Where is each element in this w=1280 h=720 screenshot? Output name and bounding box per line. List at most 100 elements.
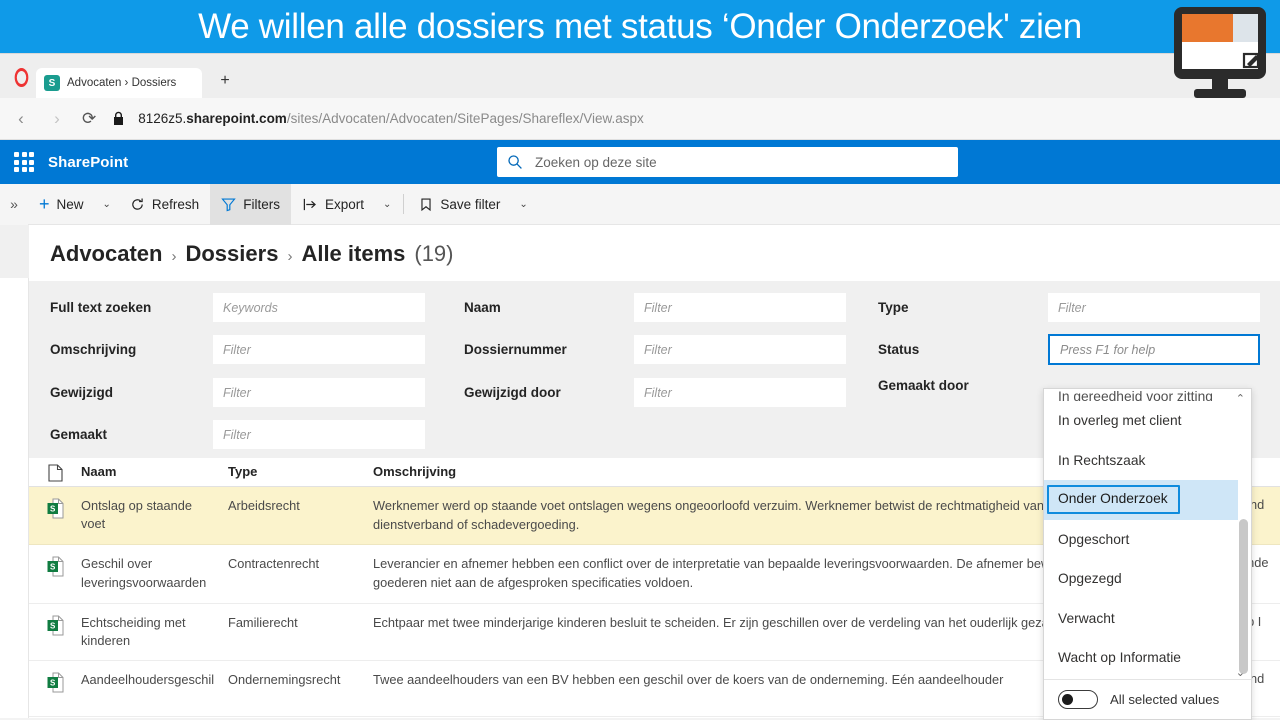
row-type: Ondernemingsrecht — [228, 672, 341, 687]
filter-label-full-text-zoeken: Full text zoeken — [50, 300, 152, 315]
row-naam[interactable]: Echtscheiding met kinderen — [81, 614, 228, 650]
new-button-label: New — [56, 196, 84, 212]
row-doc-icon: S — [29, 497, 81, 519]
dropdown-item-verwacht[interactable]: Verwacht — [1044, 599, 1238, 639]
row-naam[interactable]: Aandeelhoudersgeschil — [81, 671, 228, 689]
breadcrumb-view[interactable]: Alle items — [301, 241, 405, 267]
export-button-label: Export — [324, 196, 364, 212]
row-type: Contractenrecht — [228, 556, 320, 572]
app-launcher-icon[interactable] — [14, 152, 34, 172]
filters-button[interactable]: Filters — [210, 183, 291, 225]
funnel-icon — [221, 197, 236, 211]
url-text[interactable]: 8126z5.sharepoint.com/sites/Advocaten/Ad… — [138, 111, 644, 126]
filter-label-type: Type — [878, 300, 909, 315]
dropdown-footer: All selected values — [1044, 679, 1251, 719]
url-subdomain: 8126z5. — [138, 111, 187, 126]
column-header-icon — [29, 463, 81, 482]
filter-input-dossiernummer[interactable]: Filter — [634, 335, 846, 364]
breadcrumb-list[interactable]: Dossiers — [185, 241, 278, 267]
export-dropdown-caret[interactable]: ⌄ — [375, 184, 399, 225]
svg-text:S: S — [50, 678, 56, 687]
sharepoint-favicon-icon: S — [44, 75, 60, 91]
reload-button[interactable]: ⟳ — [82, 109, 96, 129]
left-gutter — [0, 225, 29, 718]
toggle-knob — [1062, 694, 1073, 705]
sharepoint-document-icon: S — [47, 615, 63, 636]
filter-label-dossiernummer: Dossiernummer — [464, 342, 567, 357]
command-separator — [403, 194, 405, 214]
new-button[interactable]: + New — [28, 184, 95, 225]
filter-field-status: Status Press F1 for help — [878, 334, 1260, 365]
filter-field-gemaakt-door: Gemaakt door — [878, 378, 1048, 393]
filter-field-omschrijving: Omschrijving Filter — [50, 335, 425, 364]
filter-field-gemaakt: Gemaakt Filter — [50, 420, 425, 449]
filter-label-omschrijving: Omschrijving — [50, 342, 137, 357]
export-button[interactable]: Export — [291, 184, 375, 225]
row-doc-icon: S — [29, 614, 81, 636]
filter-label-gewijzigd-door: Gewijzigd door — [464, 385, 561, 400]
new-dropdown-caret[interactable]: ⌄ — [95, 184, 119, 225]
filter-input-gemaakt[interactable]: Filter — [213, 420, 425, 449]
filter-input-type[interactable]: Filter — [1048, 293, 1260, 322]
sharepoint-document-icon: S — [47, 672, 63, 693]
filters-button-label: Filters — [243, 196, 280, 212]
dropdown-item-in-rechtszaak[interactable]: In Rechtszaak — [1044, 441, 1238, 481]
dropdown-item-in-overleg-met-client[interactable]: In overleg met client — [1044, 401, 1238, 441]
row-doc-icon: S — [29, 555, 81, 577]
site-search-box[interactable]: Zoeken op deze site — [497, 147, 958, 177]
dropdown-item-wacht-op-informatie[interactable]: Wacht op Informatie — [1044, 638, 1238, 678]
sharepoint-document-icon: S — [47, 556, 63, 577]
dropdown-item-opgeschort[interactable]: Opgeschort — [1044, 520, 1238, 560]
column-header-naam[interactable]: Naam — [81, 463, 228, 481]
filter-input-status[interactable]: Press F1 for help — [1048, 334, 1260, 365]
filter-field-dossiernummer: Dossiernummer Filter — [464, 335, 846, 364]
plus-icon: + — [39, 194, 50, 214]
svg-text:S: S — [50, 504, 56, 513]
filter-field-gewijzigd: Gewijzigd Filter — [50, 378, 425, 407]
dropdown-item-opgezegd[interactable]: Opgezegd — [1044, 559, 1238, 599]
command-bar: » + New ⌄ Refresh Filters Export ⌄ Save … — [0, 183, 1280, 225]
filter-input-gewijzigd-door[interactable]: Filter — [634, 378, 846, 407]
screen: We willen alle dossiers met status ‘Onde… — [0, 0, 1280, 720]
row-type: Familierecht — [228, 614, 298, 630]
breadcrumb-separator-2: › — [287, 248, 293, 265]
dropdown-item-onder-onderzoek-label: Onder Onderzoek — [1047, 485, 1180, 515]
filter-label-status: Status — [878, 342, 920, 357]
new-tab-button[interactable]: + — [214, 71, 236, 93]
chevron-up-icon[interactable]: ⌃ — [1236, 392, 1245, 405]
dropdown-scrollbar-thumb[interactable] — [1239, 519, 1248, 674]
dropdown-item-partial[interactable]: In gereedheid voor zitting — [1044, 389, 1238, 401]
refresh-button[interactable]: Refresh — [119, 184, 210, 225]
filter-label-gemaakt: Gemaakt — [50, 427, 108, 442]
filter-field-gewijzigd-door: Gewijzigd door Filter — [464, 378, 846, 407]
dropdown-item-onder-onderzoek[interactable]: Onder Onderzoek — [1044, 480, 1238, 520]
filter-label-naam: Naam — [464, 300, 501, 315]
lock-icon — [110, 111, 126, 126]
status-dropdown[interactable]: In gereedheid voor zitting In overleg me… — [1043, 388, 1252, 720]
breadcrumb-site[interactable]: Advocaten — [50, 241, 162, 267]
column-header-type[interactable]: Type — [228, 463, 373, 481]
all-selected-values-toggle[interactable] — [1058, 690, 1098, 709]
save-filter-dropdown-caret[interactable]: ⌄ — [511, 184, 535, 225]
row-naam[interactable]: Geschil over leveringsvoorwaarden — [81, 555, 228, 591]
filter-label-gemaakt-door: Gemaakt door — [878, 378, 969, 393]
browser-tabstrip: S Advocaten › Dossiers + — [0, 53, 1280, 98]
filter-label-gewijzigd: Gewijzigd — [50, 385, 114, 400]
sharepoint-brand[interactable]: SharePoint — [48, 154, 128, 171]
row-doc-icon: S — [29, 671, 81, 693]
refresh-button-label: Refresh — [151, 196, 200, 212]
sidebar-expand-button[interactable]: » — [0, 183, 28, 225]
filter-input-naam[interactable]: Filter — [634, 293, 846, 322]
instruction-banner-text: We willen alle dossiers met status ‘Onde… — [198, 6, 1082, 46]
save-filter-button[interactable]: Save filter — [408, 184, 511, 225]
back-button[interactable]: ‹ — [10, 109, 32, 129]
row-naam[interactable]: Ontslag op staande voet — [81, 497, 228, 533]
filter-input-omschrijving[interactable]: Filter — [213, 335, 425, 364]
browser-tab[interactable]: S Advocaten › Dossiers — [36, 68, 202, 98]
forward-button[interactable]: › — [46, 109, 68, 129]
filter-input-full-text-zoeken[interactable]: Keywords — [213, 293, 425, 322]
instruction-banner: We willen alle dossiers met status ‘Onde… — [0, 0, 1280, 53]
opera-logo-icon — [14, 68, 29, 87]
filter-input-gewijzigd[interactable]: Filter — [213, 378, 425, 407]
chevron-down-icon[interactable]: ⌄ — [1236, 666, 1245, 679]
